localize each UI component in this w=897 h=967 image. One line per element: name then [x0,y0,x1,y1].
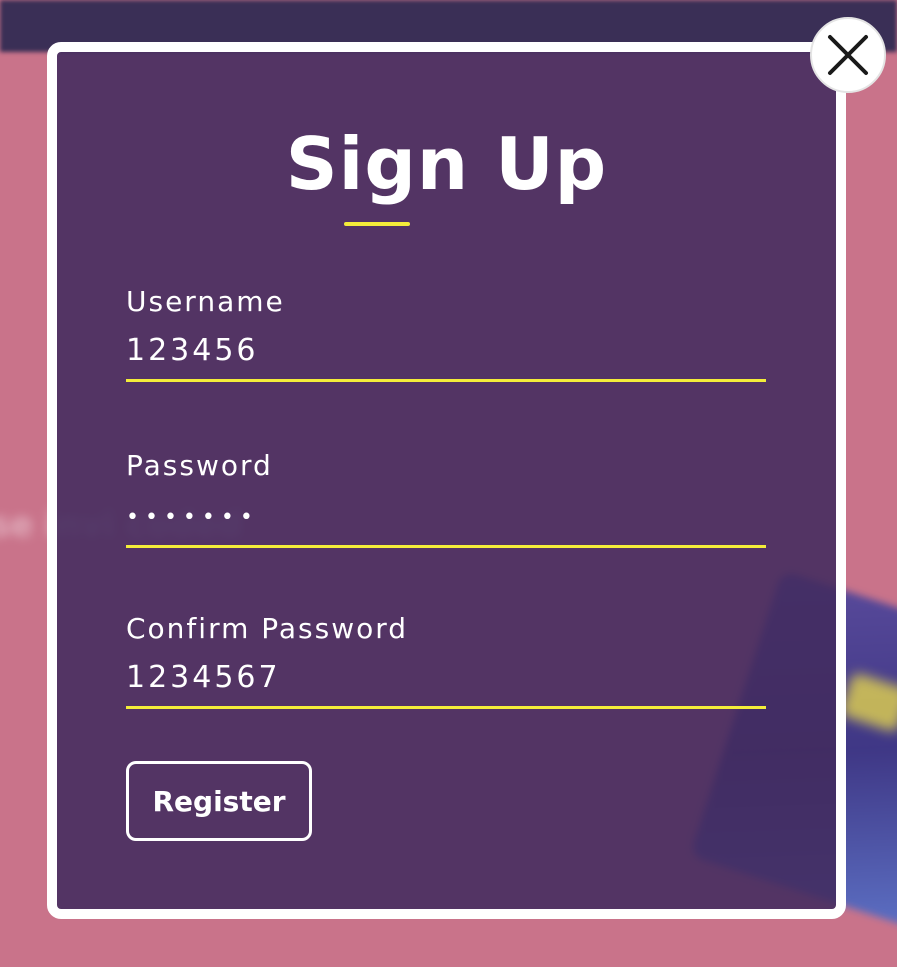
password-field-group: Password [126,449,766,549]
modal-title: Sign Up [285,122,608,206]
title-accent-underline [344,222,410,226]
username-field-group: Username [126,288,766,382]
password-input[interactable] [126,498,766,549]
confirm-password-input[interactable] [126,661,766,709]
username-input[interactable] [126,334,766,382]
close-icon [828,35,868,75]
confirm-password-field-group: Confirm Password [126,615,766,709]
signup-modal: Sign Up Username Password Confirm Passwo… [47,42,846,919]
confirm-password-label: Confirm Password [126,612,409,645]
register-button[interactable]: Register [126,761,312,841]
username-label: Username [126,285,285,318]
password-label: Password [126,449,273,482]
close-button[interactable] [810,17,886,93]
